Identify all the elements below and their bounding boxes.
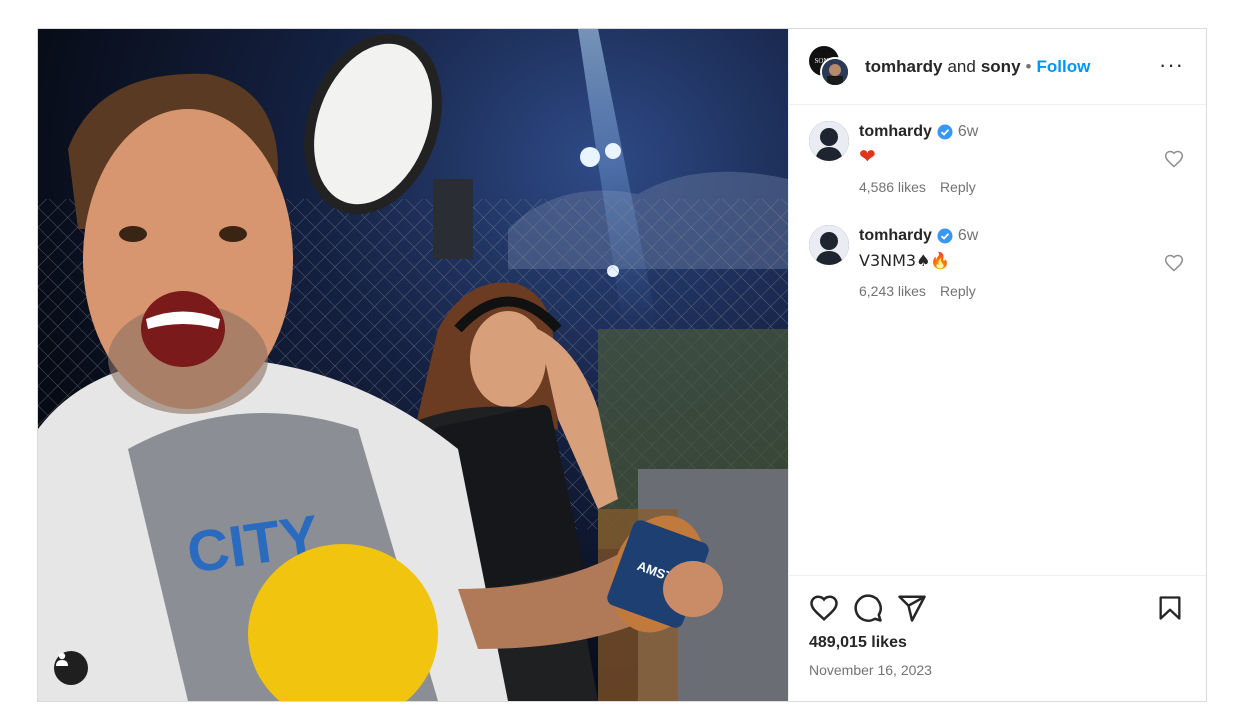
header-username-1[interactable]: tomhardy [865, 57, 942, 77]
photo-scene: CITY AMSTEL [38, 29, 788, 701]
comment-time[interactable]: 6w [958, 123, 978, 141]
comment-likes[interactable]: 4,586 likes [859, 179, 926, 195]
post-header: SONY tomhardy and sony • Follow ··· [789, 29, 1206, 105]
comment-like-heart-icon[interactable] [1164, 253, 1184, 273]
send-icon [898, 595, 926, 622]
follow-button[interactable]: Follow [1036, 57, 1090, 77]
comment-username[interactable]: tomhardy [859, 227, 932, 245]
bookmark-icon [1159, 596, 1181, 620]
heart-icon [810, 595, 838, 621]
like-button[interactable] [809, 593, 839, 623]
tagged-users-button[interactable] [54, 651, 88, 685]
post-actions: 489,015 likes November 16, 2023 [789, 575, 1206, 701]
header-and: and [947, 56, 976, 76]
comment-text: ❤ [859, 144, 978, 168]
verified-badge-icon [937, 228, 953, 244]
comment-icon [854, 594, 882, 622]
comment-text-value: ❤ [859, 144, 876, 168]
comment-item: tomhardy 6w V3NM3♠🔥 6,243 likes Reply [809, 225, 1186, 299]
comment-like-heart-icon[interactable] [1164, 149, 1184, 169]
comment-avatar[interactable] [809, 225, 849, 265]
reply-button[interactable]: Reply [940, 283, 976, 299]
comment-likes[interactable]: 6,243 likes [859, 283, 926, 299]
more-options-icon[interactable]: ··· [1159, 54, 1184, 76]
header-dot: • [1025, 56, 1032, 76]
comment-time[interactable]: 6w [958, 227, 978, 245]
comment-text-value: V3NM3♠🔥 [859, 250, 951, 270]
post-date[interactable]: November 16, 2023 [809, 662, 1186, 678]
verified-badge-icon [937, 124, 953, 140]
save-button[interactable] [1156, 593, 1184, 623]
comment-item: tomhardy 6w ❤ 4,586 likes Reply [809, 121, 1186, 195]
comment-username[interactable]: tomhardy [859, 123, 932, 141]
header-username-2[interactable]: sony [981, 57, 1021, 77]
instagram-post: CITY AMSTEL SONY [37, 28, 1207, 702]
person-icon [56, 652, 68, 666]
post-photo[interactable]: CITY AMSTEL [38, 29, 788, 701]
share-button[interactable] [897, 593, 927, 623]
reply-button[interactable]: Reply [940, 179, 976, 195]
avatar-tomhardy [820, 56, 850, 87]
post-like-count[interactable]: 489,015 likes [809, 634, 1186, 652]
comment-avatar[interactable] [809, 121, 849, 161]
comment-button[interactable] [853, 593, 883, 623]
comment-text: V3NM3♠🔥 [859, 249, 978, 271]
comments-list: tomhardy 6w ❤ 4,586 likes Reply tomhardy… [789, 105, 1206, 575]
collab-avatars[interactable]: SONY [809, 45, 851, 88]
post-sidebar: SONY tomhardy and sony • Follow ··· [788, 29, 1206, 701]
